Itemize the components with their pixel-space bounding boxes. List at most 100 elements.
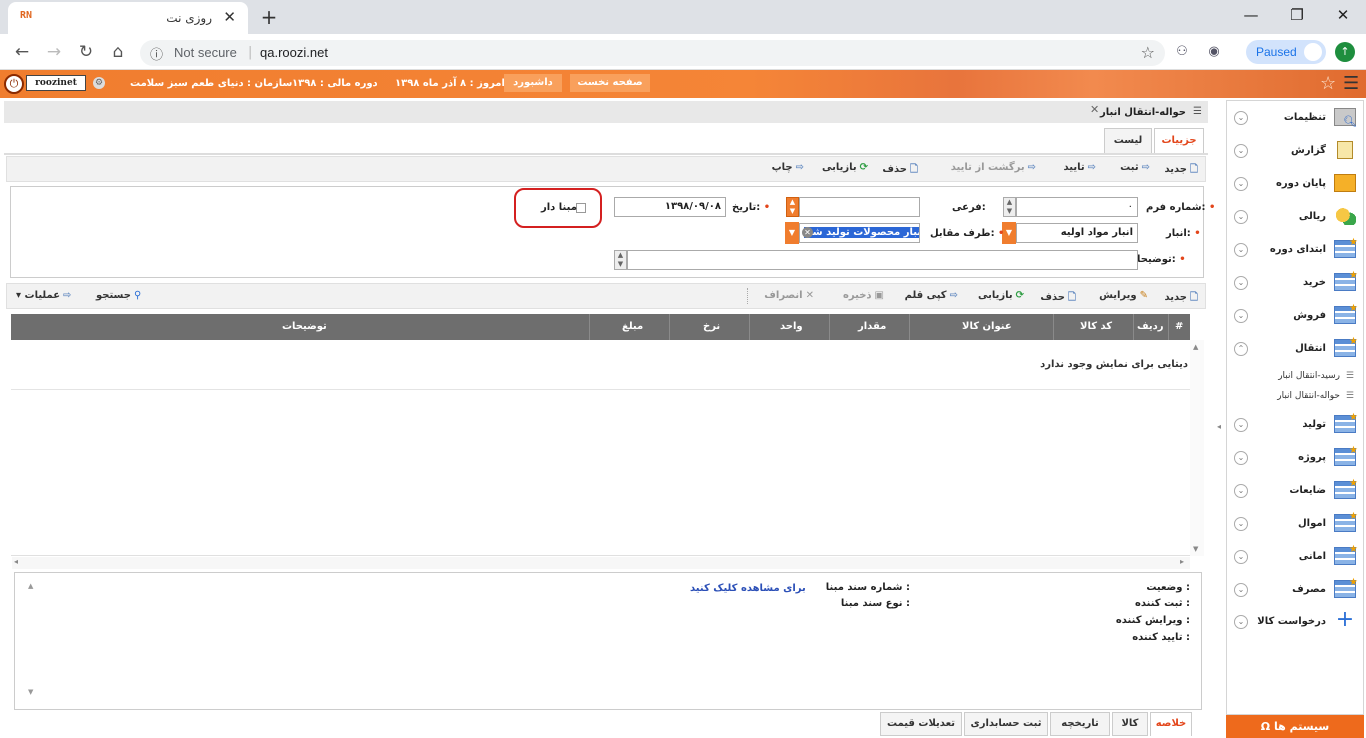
omnibox[interactable]: ⓘ Not secure | qa.roozi.net ☆ — [140, 40, 1165, 66]
tab-list[interactable]: لیست — [1104, 128, 1152, 154]
form-number-stepper[interactable]: ▲ ▼ — [1003, 197, 1016, 217]
approve-button[interactable]: تایید ⇨ — [1063, 162, 1096, 173]
chevron-down-icon[interactable]: ⌄ — [1234, 517, 1248, 531]
collapse-sidebar-icon[interactable]: ◂ — [1217, 422, 1221, 431]
sidebar-item-consignment[interactable]: ⌄ امانی ★ — [1228, 540, 1362, 573]
home-icon[interactable]: ⌂ — [105, 40, 131, 66]
sidebar-item-project[interactable]: ⌄ پروژه ★ — [1228, 441, 1362, 474]
warehouse-select[interactable]: انبار مواد اولیه — [1016, 223, 1138, 243]
favorites-star-icon[interactable]: ☆ — [1320, 73, 1336, 94]
sidebar-subitem-issue-transfer[interactable]: ☰ حواله-انتقال انبار — [1228, 387, 1362, 407]
form-number-input[interactable]: ۰ — [1016, 197, 1138, 217]
col-title[interactable]: عنوان کالا — [962, 321, 1012, 332]
new-button[interactable]: جدید 🗋︎ — [1164, 162, 1198, 179]
scroll-down-icon[interactable]: ▼ — [1193, 545, 1198, 553]
grid-save-button[interactable]: ذخیره ▣ — [843, 290, 884, 301]
tab-summary[interactable]: خلاصه — [1150, 712, 1192, 736]
tab-details[interactable]: جزییات — [1154, 128, 1204, 154]
bookmark-star-icon[interactable]: ☆ — [1141, 43, 1155, 62]
tab-history[interactable]: تاریخچه — [1050, 712, 1110, 736]
systems-button[interactable]: Ω سیستم ها — [1226, 715, 1364, 738]
sidebar-subitem-receipt-transfer[interactable]: ☰ رسید-انتقال انبار — [1228, 367, 1362, 387]
sidebar-item-rial[interactable]: ⌄ ریالی — [1228, 200, 1362, 233]
summary-scroll-up-icon[interactable]: ▲ — [28, 582, 33, 590]
col-row[interactable]: ردیف — [1137, 321, 1164, 332]
new-tab-button[interactable]: + — [256, 5, 282, 31]
forward-icon[interactable]: → — [41, 40, 67, 66]
tab-price-adjustments[interactable]: تعدیلات قیمت — [880, 712, 962, 736]
chevron-down-icon[interactable]: ⌄ — [1234, 418, 1248, 432]
sidebar-item-sales[interactable]: ⌄ فروش ★ — [1228, 299, 1362, 332]
reload-icon[interactable]: ↻ — [73, 40, 99, 66]
scroll-right-icon[interactable]: ▸ — [1180, 557, 1184, 566]
close-window-icon[interactable]: ✕ — [1320, 4, 1366, 28]
tab-goods[interactable]: کالا — [1112, 712, 1148, 736]
unapprove-button[interactable]: برگشت از تایید ⇨ — [951, 162, 1036, 173]
sidebar-item-report[interactable]: ⌄ گزارش — [1228, 134, 1362, 167]
scroll-left-icon[interactable]: ◂ — [14, 557, 18, 566]
view-link[interactable]: برای مشاهده کلیک کنید — [690, 583, 806, 594]
grid-delete-button[interactable]: حذف 🗋︎ — [1040, 290, 1076, 307]
register-button[interactable]: ثبت ⇨ — [1120, 162, 1150, 173]
chevron-down-icon[interactable]: ⌄ — [1234, 144, 1248, 158]
chevron-down-icon[interactable]: ⌄ — [1234, 111, 1248, 125]
browser-tab[interactable]: RN روزی نت ✕ — [8, 2, 248, 34]
tab-accounting[interactable]: ثبت حسابداری — [964, 712, 1048, 736]
grid-copy-button[interactable]: کپی قلم ⇨ — [905, 290, 958, 301]
extension-icon[interactable]: ⚇ — [1172, 42, 1192, 62]
counterparty-select[interactable]: انبار محصولات تولید شد — [799, 223, 920, 243]
col-unit[interactable]: واحد — [780, 321, 803, 332]
col-amount[interactable]: مبلغ — [622, 321, 643, 332]
info-icon[interactable]: ⓘ — [150, 44, 163, 63]
minimize-icon[interactable]: — — [1228, 4, 1274, 28]
scroll-up-icon[interactable]: ▲ — [1193, 343, 1198, 351]
col-description[interactable]: توضیحات — [282, 321, 327, 332]
sub-stepper[interactable]: ▲ ▼ — [786, 197, 799, 217]
sidebar-item-period-start[interactable]: ⌄ ابتدای دوره ★ — [1228, 233, 1362, 266]
sidebar-item-goods-request[interactable]: ⌄ درخواست کالا + — [1228, 605, 1362, 638]
chevron-up-icon[interactable]: ⌃ — [1234, 342, 1248, 356]
sidebar-item-assets[interactable]: ⌄ اموال ★ — [1228, 507, 1362, 540]
sidebar-item-transfer[interactable]: ⌃ انتقال ★ — [1228, 332, 1362, 365]
sub-input[interactable] — [799, 197, 920, 217]
chevron-down-icon[interactable]: ⌄ — [1234, 177, 1248, 191]
clear-icon[interactable]: ✕ — [802, 227, 813, 238]
chevron-down-icon[interactable]: ⌄ — [1234, 451, 1248, 465]
sidebar-item-settings[interactable]: ⌄ تنظیمات 🔍︎ — [1228, 101, 1362, 134]
chevron-down-icon[interactable]: ⌄ — [1234, 615, 1248, 629]
grid-hscrollbar[interactable] — [12, 557, 1190, 569]
grid-scrollbar[interactable] — [1190, 340, 1204, 556]
chevron-down-icon[interactable]: ⌄ — [1234, 210, 1248, 224]
gear-icon[interactable]: ⚙ — [93, 77, 105, 89]
sidebar-item-waste[interactable]: ⌄ ضایعات ★ — [1228, 474, 1362, 507]
delete-button[interactable]: حذف 🗋︎ — [882, 162, 918, 179]
username-badge[interactable]: roozinet — [26, 75, 86, 91]
col-code[interactable]: کد کالا — [1080, 321, 1112, 332]
print-button[interactable]: چاپ ⇨ — [772, 162, 804, 173]
date-input[interactable]: ۱۳۹۸/۰۹/۰۸ — [614, 197, 726, 217]
url-text[interactable]: qa.roozi.net — [260, 45, 328, 60]
grid-operations-button[interactable]: ▾ عملیات ⇨ — [16, 290, 71, 301]
col-index[interactable]: # — [1175, 321, 1183, 332]
chevron-down-icon[interactable]: ⌄ — [1234, 484, 1248, 498]
close-tab-icon[interactable]: ✕ — [223, 8, 236, 26]
sidebar-item-purchase[interactable]: ⌄ خرید ★ — [1228, 266, 1362, 299]
grid-search-button[interactable]: جستجو ⚲ — [96, 290, 141, 301]
summary-scroll-down-icon[interactable]: ▼ — [28, 688, 33, 696]
description-input[interactable] — [627, 250, 1138, 270]
dashboard-button[interactable]: داشبورد — [504, 74, 562, 92]
update-icon[interactable]: ↑ — [1335, 42, 1355, 62]
chevron-down-icon[interactable]: ⌄ — [1234, 276, 1248, 290]
sidebar-item-production[interactable]: ⌄ تولید ★ — [1228, 408, 1362, 441]
grid-edit-button[interactable]: ویرایش ✎ — [1099, 290, 1148, 301]
sidebar-item-consumption[interactable]: ⌄ مصرف ★ — [1228, 573, 1362, 606]
chevron-down-icon[interactable]: ⌄ — [1234, 309, 1248, 323]
home-page-button[interactable]: صفحه نخست — [570, 74, 650, 92]
back-icon[interactable]: ← — [9, 40, 35, 66]
restore-icon[interactable]: ❐ — [1274, 4, 1320, 28]
close-panel-icon[interactable]: ✕ — [1090, 103, 1099, 116]
chevron-down-icon[interactable]: ⌄ — [1234, 243, 1248, 257]
grid-new-button[interactable]: جدید 🗋︎ — [1164, 290, 1198, 307]
chevron-down-icon[interactable]: ⌄ — [1234, 583, 1248, 597]
profile-paused-button[interactable]: Paused — [1246, 40, 1326, 64]
